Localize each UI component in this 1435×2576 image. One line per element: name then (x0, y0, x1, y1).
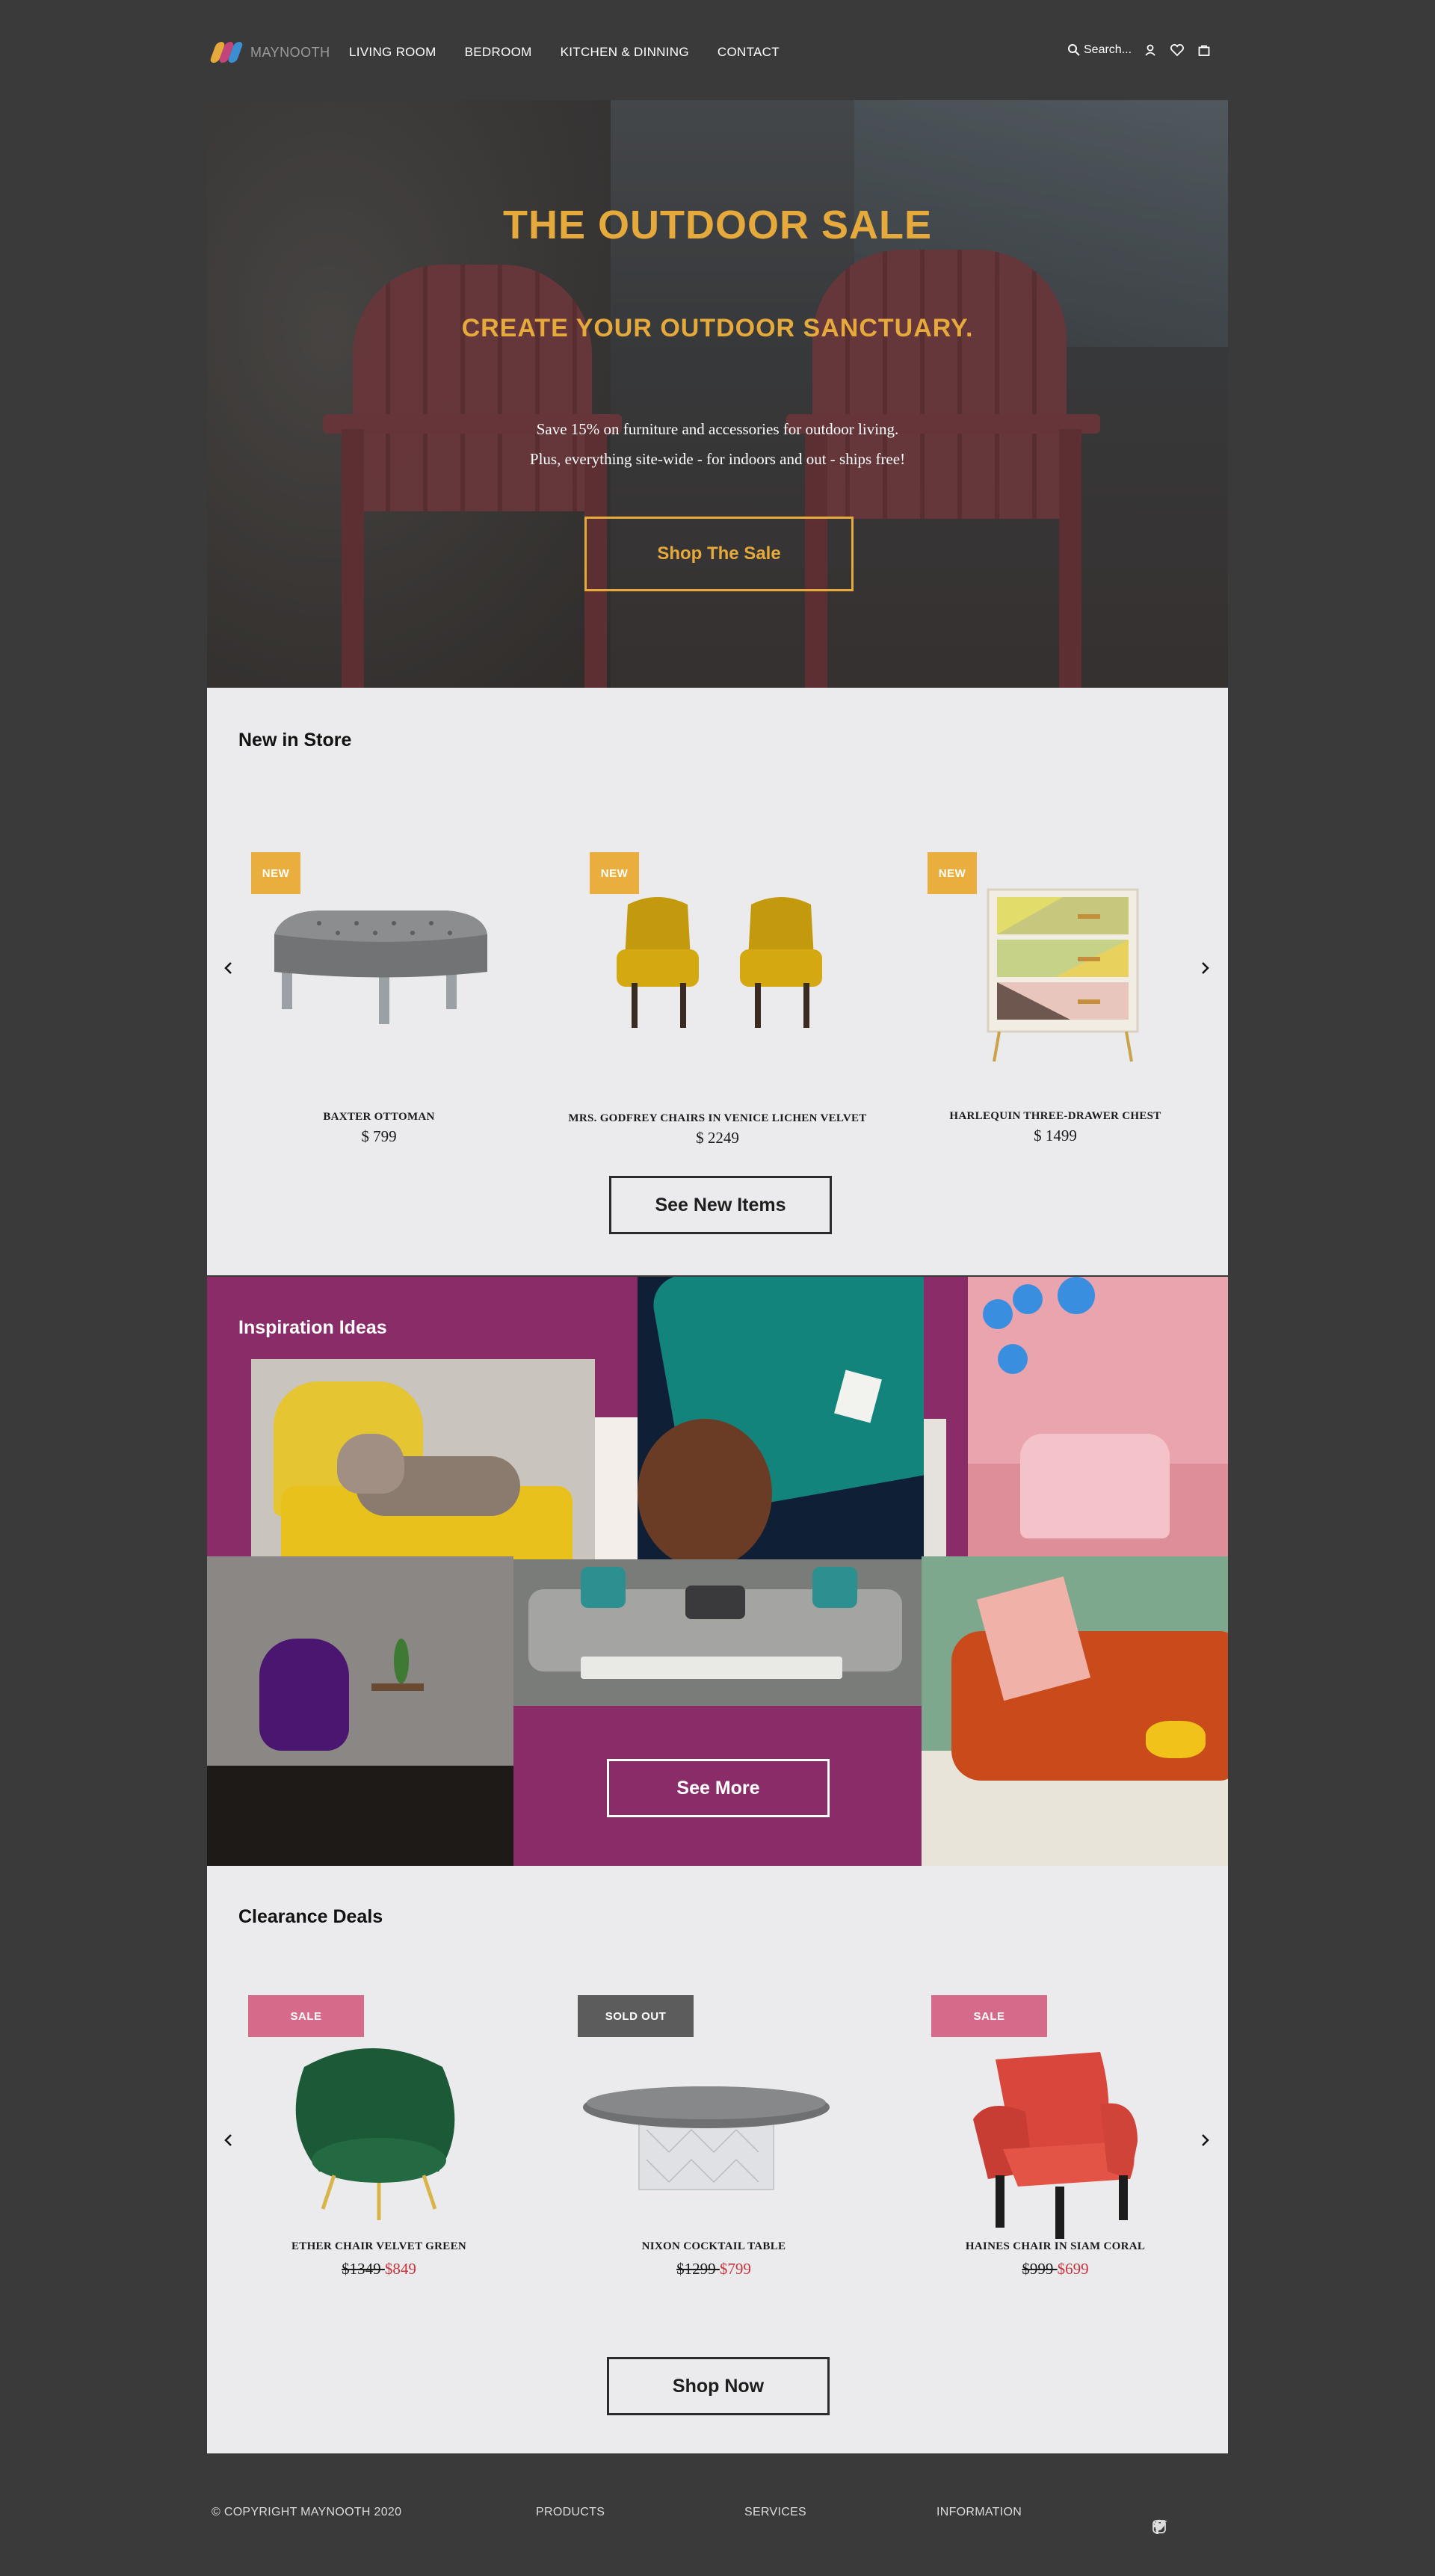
product-price: $ 2249 (696, 1129, 739, 1147)
product-price: $ 1499 (1034, 1127, 1077, 1144)
site-footer: © COPYRIGHT MAYNOOTH 2020 PRODUCTS SERVI… (0, 2489, 1435, 2534)
inspiration-section: Inspiration Ideas See More (207, 1277, 1228, 1866)
product-card[interactable]: NEW MRS. GODFREY CHAIRS IN VENICE LICHEN… (568, 852, 867, 1147)
hero-title: THE OUTDOOR SALE (502, 203, 932, 247)
product-name: MRS. GODFREY CHAIRS IN VENICE LICHEN VEL… (568, 1112, 867, 1124)
nav-contact[interactable]: CONTACT (718, 45, 780, 60)
product-name: HARLEQUIN THREE-DRAWER CHEST (949, 1110, 1161, 1122)
inspiration-image-pink-chair[interactable] (968, 1277, 1228, 1556)
bag-icon[interactable] (1196, 42, 1212, 58)
inspiration-image-purple-chair[interactable] (207, 1556, 513, 1866)
original-price: $999 (1022, 2260, 1058, 2278)
product-card[interactable]: SALE HAINES CHAIR IN SIAM CORAL $999 $69… (906, 1995, 1205, 2278)
hero-subtitle: CREATE YOUR OUTDOOR SANCTUARY. (461, 314, 974, 342)
logo-mark-icon (209, 42, 244, 63)
brand-logo[interactable]: MAYNOOTH (209, 42, 330, 63)
product-name: NIXON COCKTAIL TABLE (641, 2240, 786, 2252)
product-price: $1349 $849 (229, 2260, 528, 2278)
footer-link-products[interactable]: PRODUCTS (536, 2506, 605, 2519)
heart-icon[interactable] (1169, 42, 1185, 58)
new-in-store-title: New in Store (238, 730, 352, 751)
product-card[interactable]: NEW BAXTER OTTOMAN $ 799 (229, 852, 528, 1145)
nav-kitchen-dinning[interactable]: KITCHEN & DINNING (561, 45, 689, 60)
drawer-chest-image (987, 888, 1139, 1062)
inspiration-image-teal-sofa[interactable] (638, 1277, 924, 1561)
inspiration-image-orange-sofa[interactable] (922, 1556, 1228, 1866)
sale-price: $699 (1057, 2260, 1089, 2278)
new-in-store-section: New in Store NEW BAXTER OTTOMAN $ 799 NE… (207, 688, 1228, 1275)
product-card[interactable]: NEW HARLEQUIN THREE-DRAWER CHEST $ 1499 (906, 852, 1205, 1144)
inspiration-image-grey-sofa[interactable] (513, 1559, 922, 1706)
footer-link-services[interactable]: SERVICES (744, 2506, 806, 2519)
product-price: $1299 $799 (564, 2260, 863, 2278)
product-card[interactable]: SALE ETHER CHAIR VELVET GREEN $1349 $849 (229, 1995, 528, 2278)
product-card[interactable]: SOLD OUT NIXON COCKTAIL TABLE $1299 $799 (564, 1995, 863, 2278)
sale-badge: SALE (931, 1995, 1047, 2037)
sold-out-badge: SOLD OUT (578, 1995, 694, 2037)
hero-banner: THE OUTDOOR SALE CREATE YOUR OUTDOOR SAN… (207, 100, 1228, 688)
user-icon[interactable] (1142, 42, 1158, 58)
see-new-items-button[interactable]: See New Items (609, 1176, 832, 1234)
ottoman-image (274, 910, 487, 1024)
hero-copy: Save 15% on furniture and accessories fo… (207, 414, 1228, 474)
search-placeholder: Search... (1084, 43, 1132, 56)
hero-copy-line2: Plus, everything site-wide - for indoors… (529, 450, 906, 468)
nav-living-room[interactable]: LIVING ROOM (349, 45, 436, 60)
site-header: MAYNOOTH LIVING ROOM BEDROOM KITCHEN & D… (0, 0, 1435, 101)
clearance-section: Clearance Deals SALE ETHER CHAIR VELVET … (207, 1866, 1228, 2453)
hero-copy-line1: Save 15% on furniture and accessories fo… (536, 420, 899, 438)
new-badge: NEW (590, 852, 639, 894)
product-name: HAINES CHAIR IN SIAM CORAL (965, 2240, 1146, 2252)
sale-price: $849 (384, 2260, 416, 2278)
nav-bedroom[interactable]: BEDROOM (465, 45, 532, 60)
original-price: $1299 (676, 2260, 720, 2278)
header-tools: Search... (1067, 42, 1212, 58)
original-price: $1349 (342, 2260, 385, 2278)
armchairs-image (617, 897, 822, 1028)
brand-name: MAYNOOTH (250, 44, 330, 60)
facebook-icon[interactable] (1152, 2519, 1162, 2538)
clearance-title: Clearance Deals (238, 1906, 383, 1927)
sale-price: $799 (719, 2260, 751, 2278)
footer-link-information[interactable]: INFORMATION (936, 2506, 1022, 2519)
see-more-button[interactable]: See More (607, 1759, 830, 1817)
search-box[interactable]: Search... (1067, 43, 1132, 57)
ether-chair-image (295, 2048, 455, 2220)
haines-chair-image (973, 2052, 1138, 2239)
inspiration-title: Inspiration Ideas (238, 1317, 387, 1338)
copyright-text: © COPYRIGHT MAYNOOTH 2020 (212, 2506, 402, 2518)
product-name: BAXTER OTTOMAN (323, 1111, 435, 1123)
product-price: $ 799 (361, 1127, 397, 1145)
shop-the-sale-button[interactable]: Shop The Sale (584, 517, 854, 591)
product-name: ETHER CHAIR VELVET GREEN (291, 2240, 467, 2252)
cocktail-table-image (583, 2086, 830, 2190)
inspiration-image-dog-chair[interactable] (251, 1359, 595, 1588)
shop-now-button[interactable]: Shop Now (607, 2357, 830, 2415)
main-nav: LIVING ROOM BEDROOM KITCHEN & DINNING CO… (349, 45, 780, 60)
product-price: $999 $699 (906, 2260, 1205, 2278)
search-icon (1068, 44, 1080, 56)
sale-badge: SALE (248, 1995, 364, 2037)
